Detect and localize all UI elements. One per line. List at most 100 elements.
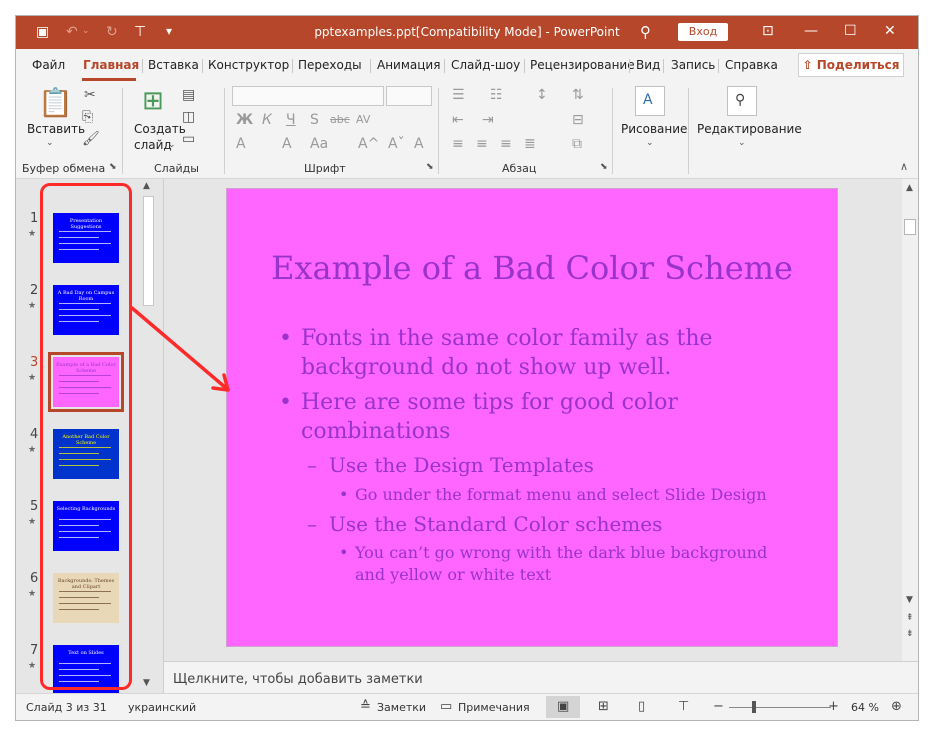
- clipboard-launcher-icon[interactable]: ⬊: [109, 162, 117, 172]
- align-center-icon[interactable]: ≡: [476, 136, 488, 152]
- reset-icon[interactable]: ◫: [182, 109, 195, 125]
- align-text-icon[interactable]: ⊟: [572, 112, 584, 128]
- justify-icon[interactable]: ≣: [524, 136, 536, 152]
- copy-icon[interactable]: ⎘: [82, 109, 93, 125]
- notes-placeholder[interactable]: Щелкните, чтобы добавить заметки: [173, 672, 423, 687]
- bold-icon[interactable]: Ж: [236, 112, 253, 128]
- paste-button-label[interactable]: Вставить: [27, 122, 85, 136]
- tab-animations[interactable]: Анимация: [377, 58, 440, 72]
- layout-icon[interactable]: ▤: [182, 87, 195, 103]
- bullet-text-line[interactable]: and yellow or white text: [355, 565, 551, 584]
- tab-slideshow[interactable]: Слайд-шоу: [451, 58, 520, 72]
- editing-button[interactable]: ⚲: [727, 86, 757, 116]
- drawing-button[interactable]: A: [635, 86, 665, 116]
- scroll-up-icon[interactable]: ▲: [143, 181, 150, 191]
- shadow-text-icon[interactable]: S: [310, 112, 319, 128]
- strikethrough-icon[interactable]: abc: [330, 113, 350, 126]
- italic-icon[interactable]: К: [262, 112, 272, 128]
- minimize-icon[interactable]: —: [804, 23, 818, 39]
- drawing-label[interactable]: Рисование: [621, 122, 687, 136]
- fit-to-window-icon[interactable]: ⊕: [891, 699, 902, 714]
- notes-icon[interactable]: ≙: [360, 699, 371, 714]
- notes-toggle[interactable]: Заметки: [377, 701, 426, 714]
- font-color-icon[interactable]: A: [236, 136, 246, 152]
- cut-icon[interactable]: ✂: [84, 87, 96, 103]
- bullet-text-line[interactable]: Use the Standard Color schemes: [329, 512, 662, 536]
- text-direction-icon[interactable]: ⇅: [572, 87, 584, 103]
- zoom-slider[interactable]: [729, 707, 831, 708]
- notes-pane[interactable]: Щелкните, чтобы добавить заметки: [164, 661, 918, 694]
- language-indicator[interactable]: украинский: [128, 701, 196, 714]
- change-case-icon[interactable]: Aa: [310, 136, 328, 152]
- tab-recording[interactable]: Запись: [671, 58, 715, 72]
- bullet-text-line[interactable]: combinations: [301, 419, 450, 444]
- align-right-icon[interactable]: ≡: [500, 136, 512, 152]
- font-launcher-icon[interactable]: ⬊: [426, 162, 434, 172]
- tab-help[interactable]: Справка: [725, 58, 778, 72]
- zoom-in-icon[interactable]: +: [828, 699, 839, 714]
- normal-view-button[interactable]: ▣: [546, 696, 580, 718]
- paste-icon[interactable]: 📋: [38, 86, 73, 119]
- line-spacing-icon[interactable]: ↕: [536, 87, 548, 103]
- tab-insert[interactable]: Вставка: [148, 58, 199, 72]
- tab-transitions[interactable]: Переходы: [298, 58, 362, 72]
- align-left-icon[interactable]: ≡: [452, 136, 464, 152]
- scroll-down-icon[interactable]: ▼: [143, 678, 150, 688]
- scrollbar-thumb[interactable]: [904, 219, 916, 235]
- tab-design[interactable]: Конструктор: [208, 58, 289, 72]
- collapse-ribbon-icon[interactable]: ∧: [900, 160, 908, 173]
- new-slide-icon[interactable]: ⊞: [142, 86, 164, 116]
- scroll-up-icon[interactable]: ▲: [906, 183, 913, 193]
- bullet-text-line[interactable]: Here are some tips for good color: [301, 390, 678, 415]
- new-slide-dropdown-icon[interactable]: ⌄: [168, 140, 176, 150]
- shrink-font-icon[interactable]: Aˇ: [388, 136, 405, 152]
- font-size-combo[interactable]: [386, 86, 432, 106]
- smartart-icon[interactable]: ⧉: [572, 136, 582, 152]
- drawing-dropdown-icon[interactable]: ⌄: [646, 138, 654, 148]
- close-icon[interactable]: ✕: [884, 23, 896, 39]
- editing-label[interactable]: Редактирование: [697, 122, 802, 136]
- thumbnail-scrollbar[interactable]: ▲ ▼: [141, 181, 155, 691]
- bullet-text-line[interactable]: Fonts in the same color family as the: [301, 326, 713, 351]
- bullet-text-line[interactable]: Go under the format menu and select Slid…: [355, 485, 767, 504]
- bullets-icon[interactable]: ☰: [452, 87, 465, 103]
- numbering-icon[interactable]: ☷: [490, 87, 503, 103]
- zoom-slider-knob[interactable]: [752, 701, 756, 713]
- char-spacing-icon[interactable]: AV: [356, 113, 370, 126]
- zoom-level[interactable]: 64 %: [851, 701, 879, 714]
- maximize-icon[interactable]: ☐: [844, 23, 857, 39]
- slide-scrollbar[interactable]: ▲ ▼ ⇞ ⇟: [902, 179, 918, 661]
- tab-view[interactable]: Вид: [636, 58, 660, 72]
- new-slide-label-1[interactable]: Создать: [134, 122, 186, 136]
- search-icon[interactable]: ⚲: [640, 23, 651, 41]
- ribbon-options-icon[interactable]: ⊡: [762, 23, 774, 39]
- comments-icon[interactable]: ▭: [440, 699, 452, 714]
- section-icon[interactable]: ▭: [182, 131, 195, 147]
- format-painter-icon[interactable]: 🖌: [82, 131, 100, 147]
- next-slide-icon[interactable]: ⇟: [906, 629, 914, 639]
- current-slide[interactable]: Example of a Bad Color Scheme • Fonts in …: [227, 189, 837, 646]
- tab-file[interactable]: Файл: [32, 58, 65, 72]
- reading-view-icon[interactable]: ▯: [638, 699, 645, 714]
- slideshow-view-icon[interactable]: ⊤: [678, 699, 689, 714]
- bullet-text-line[interactable]: You can’t go wrong with the dark blue ba…: [355, 543, 767, 562]
- slide-sorter-icon[interactable]: ⊞: [598, 699, 609, 714]
- increase-indent-icon[interactable]: ⇥: [482, 112, 494, 128]
- scroll-down-icon[interactable]: ▼: [906, 595, 913, 605]
- paste-dropdown-icon[interactable]: ⌄: [46, 138, 54, 148]
- new-slide-label-2[interactable]: слайд: [134, 138, 172, 152]
- font-name-combo[interactable]: [232, 86, 384, 106]
- slide-title[interactable]: Example of a Bad Color Scheme: [227, 249, 837, 287]
- share-button[interactable]: ⇧ Поделиться: [798, 53, 904, 77]
- clear-formatting-icon[interactable]: A: [414, 136, 424, 152]
- zoom-out-icon[interactable]: −: [713, 699, 724, 714]
- login-button[interactable]: Вход: [678, 23, 728, 41]
- scrollbar-thumb[interactable]: [143, 196, 154, 306]
- comments-toggle[interactable]: Примечания: [458, 701, 530, 714]
- paragraph-launcher-icon[interactable]: ⬊: [600, 162, 608, 172]
- previous-slide-icon[interactable]: ⇞: [906, 613, 914, 623]
- highlight-icon[interactable]: A: [282, 136, 292, 152]
- tab-review[interactable]: Рецензирование: [530, 58, 635, 72]
- grow-font-icon[interactable]: A^: [358, 136, 379, 152]
- decrease-indent-icon[interactable]: ⇤: [452, 112, 464, 128]
